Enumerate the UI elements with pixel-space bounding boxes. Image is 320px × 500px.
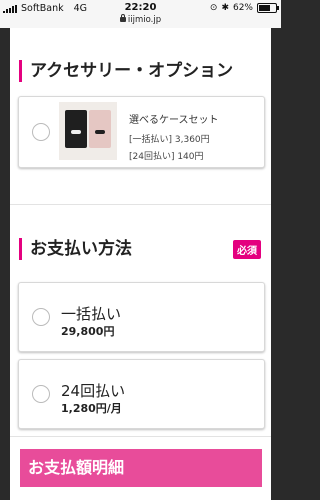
black-case-image (65, 110, 87, 148)
required-badge: 必須 (233, 240, 261, 259)
battery-percent: 62% (232, 3, 253, 13)
address-bar[interactable]: iijmio.jp (0, 14, 281, 25)
accessory-option-card[interactable]: 選べるケースセット [一括払い] 3,360円 [24回払い] 140円 (18, 96, 265, 168)
case-set-image (59, 102, 117, 160)
accessory-radio[interactable] (32, 123, 50, 141)
status-bar: SoftBank 4G 22:20 iijmio.jp ⊙ ✱ 62% (0, 0, 281, 28)
battery-icon (257, 3, 279, 13)
accessory-section-title: アクセサリー・オプション (19, 60, 233, 82)
pink-case-image (89, 110, 111, 148)
accessory-price-lump: [一括払い] 3,360円 (129, 135, 210, 145)
payment-price-lump: 29,800円 (61, 325, 115, 338)
accessory-price-installment: [24回払い] 140円 (129, 152, 204, 162)
payment-section-title: お支払い方法 (19, 238, 132, 260)
payment-radio-installment[interactable] (32, 385, 50, 403)
section-divider-bottom (10, 436, 271, 437)
status-right: ⊙ ✱ 62% (209, 3, 279, 13)
payment-label-installment: 24回払い (61, 382, 126, 400)
payment-radio-lump[interactable] (32, 308, 50, 326)
bluetooth-icon: ✱ (221, 3, 229, 13)
main-content: アクセサリー・オプション 選べるケースセット [一括払い] 3,360円 [24… (10, 28, 271, 500)
payment-label-lump: 一括払い (61, 305, 122, 323)
url-text: iijmio.jp (127, 15, 162, 25)
section-divider (10, 204, 271, 205)
payment-summary-header: お支払額明細 (20, 449, 262, 487)
lock-icon (119, 14, 126, 22)
payment-option-lump[interactable]: 一括払い 29,800円 (18, 282, 265, 352)
accessory-name: 選べるケースセット (129, 115, 219, 126)
rotation-lock-icon: ⊙ (209, 3, 218, 13)
payment-price-installment: 1,280円/月 (61, 402, 122, 415)
payment-option-installment[interactable]: 24回払い 1,280円/月 (18, 359, 265, 429)
